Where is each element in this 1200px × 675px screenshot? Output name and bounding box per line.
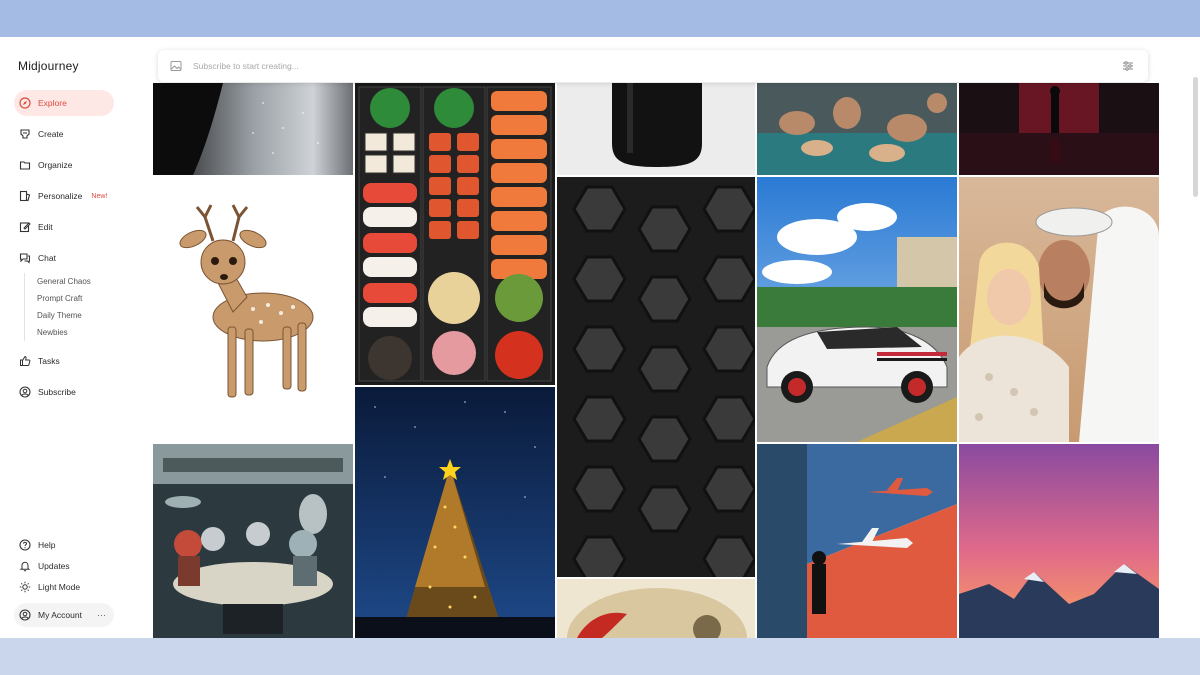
chat-room-list: General Chaos Prompt Craft Daily Theme N… [24,273,91,341]
prompt-input[interactable] [191,60,1075,72]
compass-icon [19,97,31,109]
account-label: My Account [38,610,82,620]
gallery-image-pink-sunset-mountains[interactable] [959,444,1159,638]
sidebar-item-label: Personalize [38,191,83,201]
sidebar-item-label: Light Mode [38,582,81,592]
gallery-image-selfie-couple[interactable] [959,177,1159,442]
sidebar-item-label: Edit [38,222,53,232]
sidebar-item-label: Explore [38,98,67,108]
account-menu-icon[interactable]: ··· [97,610,106,620]
brand-logo[interactable]: Midjourney [18,59,79,73]
brush-icon [20,129,30,139]
sun-icon [19,581,31,593]
backdrop-top [0,0,1200,37]
gallery-image-rainy-street-neon[interactable] [959,83,1159,175]
sidebar-item-tasks[interactable]: Tasks [14,348,114,374]
image-icon[interactable] [170,60,182,72]
sidebar-item-label: Updates [38,561,70,571]
sidebar-item-label: Help [38,540,56,550]
gallery-image-hexagon-wall[interactable] [557,177,755,577]
sidebar-item-chat[interactable]: Chat [14,245,114,271]
sidebar-item-create[interactable]: Create [14,121,114,147]
gallery-image-sushi-bento[interactable] [355,83,555,385]
my-account-button[interactable]: My Account ··· [14,603,114,627]
help-icon [19,539,31,551]
gallery-image-airplane-print[interactable] [757,444,957,638]
sidebar-item-light-mode[interactable]: Light Mode [14,574,114,600]
sidebar-item-explore[interactable]: Explore [14,90,114,116]
account-icon [19,609,31,621]
sidebar: Midjourney Explore Create Organize Perso… [0,37,150,638]
bell-icon [19,561,31,572]
gallery-image-retro-aliens-poker[interactable] [153,444,353,638]
sidebar-item-label: Chat [38,253,56,263]
gallery-image-deer-fawn[interactable] [153,177,353,442]
sidebar-item-personalize[interactable]: Personalize New! [14,183,114,209]
chat-room-newbies[interactable]: Newbies [37,324,91,341]
scrollbar-thumb[interactable] [1193,77,1198,197]
sidebar-item-subscribe[interactable]: Subscribe [14,379,114,405]
chat-room-prompt-craft[interactable]: Prompt Craft [37,290,91,307]
user-circle-icon [19,386,31,398]
chat-room-daily-theme[interactable]: Daily Theme [37,307,91,324]
settings-sliders-icon[interactable] [1122,60,1134,72]
folder-icon [19,161,31,170]
edit-icon [19,222,31,233]
sidebar-item-label: Tasks [38,356,60,366]
personalize-icon [19,190,31,202]
sidebar-item-organize[interactable]: Organize [14,152,114,178]
backdrop-bottom [0,638,1200,675]
chat-icon [19,253,30,264]
gallery-image-black-bottle[interactable] [557,83,755,175]
sidebar-item-label: Organize [38,160,73,170]
gallery-image-red-shoe-closeup[interactable] [557,579,755,638]
prompt-bar [158,50,1148,82]
gallery-image-glitter-closeup[interactable] [153,83,353,175]
gallery-image-surreal-storm-people[interactable] [757,83,957,175]
sidebar-item-label: Create [38,129,64,139]
sidebar-item-label: Subscribe [38,387,76,397]
gallery-image-white-porsche[interactable] [757,177,957,442]
app-window: Midjourney Explore Create Organize Perso… [0,37,1200,638]
new-badge: New! [91,192,108,200]
gallery-image-christmas-tree-night[interactable] [355,387,555,638]
sidebar-item-edit[interactable]: Edit [14,214,114,240]
thumbs-up-icon [20,355,31,366]
chat-room-general-chaos[interactable]: General Chaos [37,273,91,290]
